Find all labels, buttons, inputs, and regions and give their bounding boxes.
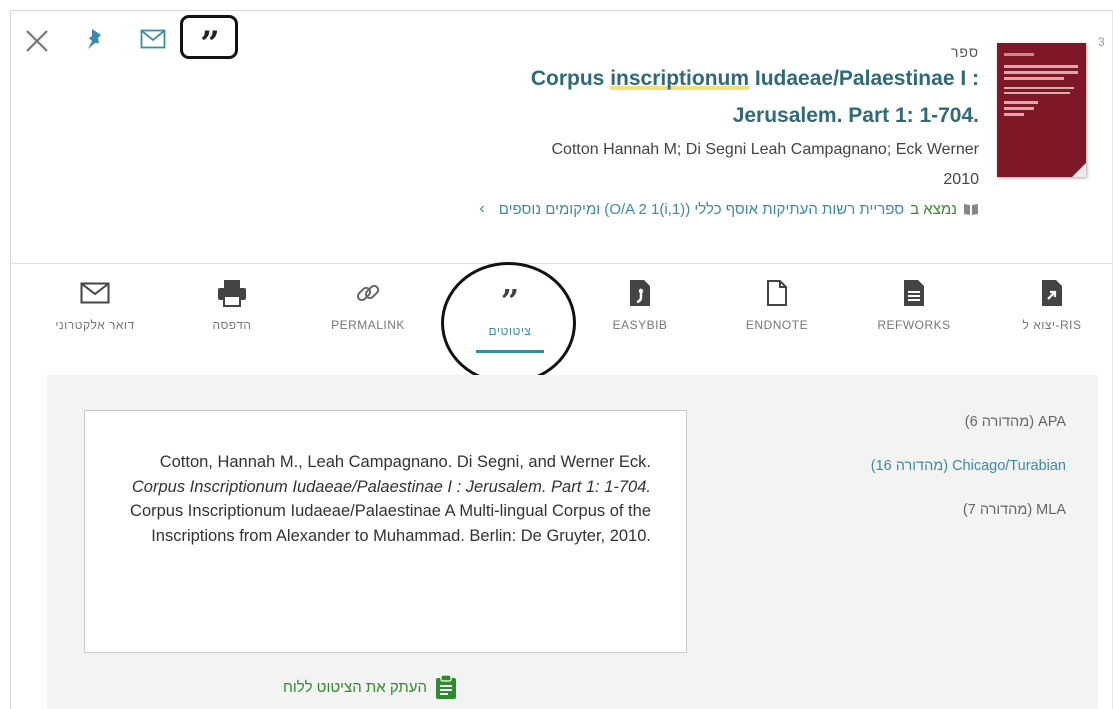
copy-label: העתק את הציטוט ללוח bbox=[283, 678, 428, 696]
cover-detail bbox=[1004, 71, 1078, 74]
close-button[interactable] bbox=[22, 26, 52, 56]
title-text-pre: Corpus bbox=[530, 67, 611, 90]
action-label: יצוא ל-RIS bbox=[1022, 318, 1082, 332]
action-label: ENDNOTE bbox=[745, 318, 809, 332]
clipboard-icon bbox=[436, 674, 457, 699]
record-year: 2010 bbox=[943, 171, 979, 188]
cover-detail bbox=[1004, 65, 1078, 68]
citation-authors: Cotton, Hannah M., Leah Campagnano. Di S… bbox=[159, 453, 651, 471]
action-print[interactable]: הדפסה bbox=[172, 278, 292, 332]
record-title-line2[interactable]: Jerusalem. Part 1: 1-704. bbox=[379, 104, 979, 128]
easybib-icon bbox=[630, 280, 650, 306]
action-export-ris[interactable]: יצוא ל-RIS bbox=[992, 278, 1112, 332]
pin-icon bbox=[88, 29, 101, 49]
book-cover[interactable] bbox=[997, 43, 1086, 177]
record-title-line1[interactable]: Corpus inscriptionum Iudaeae/Palaestinae… bbox=[379, 67, 979, 91]
cover-detail bbox=[1004, 92, 1070, 94]
action-label: PERMALINK bbox=[331, 318, 405, 332]
cover-detail bbox=[1004, 87, 1074, 89]
citation-title: Corpus Inscriptionum Iudaeae/Palaestinae… bbox=[131, 477, 651, 496]
chevron-right-icon: › bbox=[479, 200, 485, 217]
export-icon bbox=[1042, 280, 1062, 306]
action-label: REFWORKS bbox=[877, 318, 951, 332]
card-border-left bbox=[10, 10, 11, 709]
document-icon bbox=[767, 280, 787, 306]
action-refworks[interactable]: REFWORKS bbox=[854, 278, 974, 332]
action-email[interactable]: דואר אלקטרוני bbox=[35, 278, 155, 332]
record-number: 3 bbox=[1098, 35, 1105, 49]
cover-page-curl bbox=[1072, 163, 1086, 177]
cover-detail bbox=[1004, 53, 1034, 56]
printer-icon bbox=[218, 280, 246, 307]
copy-citation-button[interactable]: העתק את הציטוט ללוח bbox=[283, 674, 457, 700]
action-label: EASYBIB bbox=[612, 318, 668, 332]
citation-button[interactable]: ” bbox=[190, 20, 230, 61]
action-label: דואר אלקטרוני bbox=[55, 318, 135, 332]
action-easybib[interactable]: EASYBIB bbox=[580, 278, 700, 332]
style-apa[interactable]: APA (מהדורה 6) bbox=[965, 414, 1066, 430]
availability[interactable]: נמצא ב ספריית רשות העתיקות אוסף כללי (O/… bbox=[479, 200, 979, 218]
cover-detail bbox=[1004, 107, 1034, 110]
card-border-top bbox=[10, 10, 1113, 11]
pin-button[interactable] bbox=[82, 25, 108, 53]
envelope-icon bbox=[80, 282, 110, 304]
book-icon bbox=[964, 204, 978, 215]
annotation-circle bbox=[441, 262, 576, 384]
citation-rest: Corpus Inscriptionum Iudaeae/Palaestinae… bbox=[130, 502, 651, 545]
cover-detail bbox=[1004, 77, 1064, 80]
link-icon bbox=[356, 284, 380, 302]
action-permalink[interactable]: PERMALINK bbox=[308, 278, 428, 332]
close-icon bbox=[26, 30, 48, 52]
cover-detail bbox=[1004, 113, 1024, 116]
title-highlight: inscriptionum bbox=[610, 67, 750, 90]
availability-location[interactable]: ספריית רשות העתיקות אוסף כללי (O/A 2 1(i… bbox=[499, 201, 904, 218]
quote-icon: ” bbox=[200, 24, 220, 64]
style-chicago[interactable]: Chicago/Turabian (מהדורה 16) bbox=[871, 458, 1066, 474]
email-icon bbox=[140, 29, 166, 49]
resource-type: ספר bbox=[950, 44, 979, 60]
action-label: הדפסה bbox=[212, 318, 252, 332]
title-text-post: Iudaeae/Palaestinae I : bbox=[749, 67, 979, 90]
action-endnote[interactable]: ENDNOTE bbox=[717, 278, 837, 332]
citation-text[interactable]: Cotton, Hannah M., Leah Campagnano. Di S… bbox=[114, 450, 651, 548]
record-authors: Cotton Hannah M; Di Segni Leah Campagnan… bbox=[551, 141, 980, 158]
cover-detail bbox=[1004, 101, 1038, 104]
refworks-icon bbox=[904, 280, 924, 306]
style-mla[interactable]: MLA (מהדורה 7) bbox=[963, 502, 1066, 518]
availability-status: נמצא ב bbox=[910, 200, 957, 218]
section-divider bbox=[11, 263, 1112, 264]
email-button[interactable] bbox=[138, 27, 168, 51]
